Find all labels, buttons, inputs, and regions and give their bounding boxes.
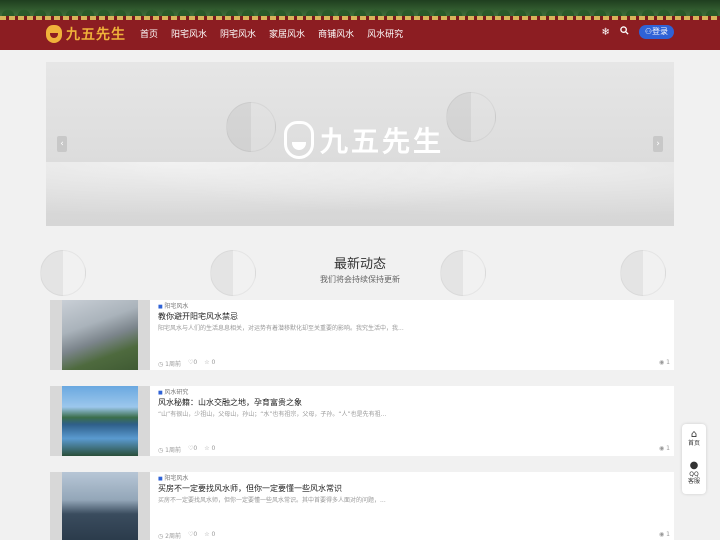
logo-face-icon bbox=[46, 25, 62, 43]
banner-logo: 九五先生 bbox=[284, 120, 444, 160]
banner-prev-button[interactable]: ‹ bbox=[57, 136, 67, 152]
search-icon[interactable] bbox=[620, 26, 629, 38]
site-header: 九五先生 首页 阳宅风水 阴宅风水 家居风水 商铺风水 风水研究 ❄ ⚇登录 bbox=[0, 0, 720, 50]
clock-icon: ◷ 2周前 bbox=[158, 533, 181, 540]
article-thumbnail[interactable] bbox=[50, 300, 150, 370]
nav-item-research[interactable]: 风水研究 bbox=[367, 27, 403, 40]
clock-icon: ◷ 1周前 bbox=[158, 361, 181, 368]
chevron-right-icon: › bbox=[656, 139, 660, 149]
article-likes: 0 bbox=[193, 445, 198, 452]
heart-icon[interactable]: ♡0 bbox=[188, 531, 197, 540]
nav-menu: 首页 阳宅风水 阴宅风水 家居风水 商铺风水 风水研究 bbox=[140, 27, 416, 40]
article-thumbnail[interactable] bbox=[50, 386, 150, 456]
article-time: 2周前 bbox=[165, 533, 181, 540]
article-favorites: 0 bbox=[211, 445, 216, 452]
article-favorites: 0 bbox=[211, 531, 216, 538]
gear-icon[interactable]: ❄ bbox=[601, 27, 609, 38]
article-time: 1周前 bbox=[165, 447, 181, 454]
nav-item-yinzhai[interactable]: 阴宅风水 bbox=[220, 27, 256, 40]
banner-face-icon bbox=[284, 121, 314, 159]
floating-side-panel: ⌂ 首页 ● QQ 客服 bbox=[682, 424, 706, 494]
article-views: ◉ 1 bbox=[659, 359, 670, 366]
article-title[interactable]: 教你避开阳宅风水禁忌 bbox=[158, 311, 238, 322]
site-logo[interactable]: 九五先生 bbox=[46, 23, 126, 45]
article-category[interactable]: 风水研究 bbox=[158, 387, 188, 396]
float-home-label: 首页 bbox=[687, 440, 700, 447]
article-views-count: 1 bbox=[666, 359, 670, 366]
main-nav: 九五先生 首页 阳宅风水 阴宅风水 家居风水 商铺风水 风水研究 ❄ ⚇登录 bbox=[0, 20, 720, 50]
article-views: ◉ 1 bbox=[659, 531, 670, 538]
article-likes: 0 bbox=[193, 531, 198, 538]
qq-icon: ● bbox=[689, 460, 699, 471]
article-views: ◉ 1 bbox=[659, 445, 670, 452]
login-label: 登录 bbox=[652, 27, 668, 36]
home-icon: ⌂ bbox=[690, 429, 698, 440]
user-icon: ⚇ bbox=[644, 27, 652, 36]
heart-icon[interactable]: ♡0 bbox=[188, 359, 197, 368]
logo-text: 九五先生 bbox=[66, 27, 126, 43]
banner-cloud-decoration bbox=[46, 162, 674, 226]
article-excerpt: “山”有很山，少祖山，父母山，孙山；“水”也有祖宗，父母，子孙。“人”也是先有祖… bbox=[158, 411, 387, 418]
article-excerpt: 阳宅风水与人们的生活息息相关，对运势有着潜移默化却至关重要的影响。我究生活中，我… bbox=[158, 325, 404, 332]
article-views-count: 1 bbox=[666, 445, 670, 452]
section-subtitle: 我们将会持续保持更新 bbox=[320, 275, 400, 284]
star-icon[interactable]: ☆ 0 bbox=[204, 445, 215, 454]
login-button[interactable]: ⚇登录 bbox=[638, 25, 674, 39]
article-favorites: 0 bbox=[211, 359, 216, 366]
article-meta: ◷ 1周前 ♡0 ☆ 0 bbox=[158, 359, 215, 368]
chevron-left-icon: ‹ bbox=[60, 139, 64, 149]
star-icon[interactable]: ☆ 0 bbox=[204, 531, 215, 540]
clock-icon: ◷ 1周前 bbox=[158, 447, 181, 454]
article-likes: 0 bbox=[193, 359, 198, 366]
article-title[interactable]: 买房不一定要找风水师，但你一定要懂一些风水常识 bbox=[158, 483, 342, 494]
roof-tile-decoration bbox=[0, 0, 720, 16]
article-card[interactable]: 风水研究 风水秘籍：山水交融之地，孕育富贵之象 “山”有很山，少祖山，父母山，孙… bbox=[50, 386, 674, 456]
float-qq-label: QQ bbox=[689, 471, 699, 478]
article-time: 1周前 bbox=[165, 361, 181, 368]
article-category[interactable]: 阳宅风水 bbox=[158, 473, 188, 482]
article-excerpt: 买房不一定要找风水师，但你一定要懂一些风水常识。其中首要得多人面对的问题，... bbox=[158, 497, 386, 504]
article-category[interactable]: 阳宅风水 bbox=[158, 301, 188, 310]
article-card[interactable]: 阳宅风水 买房不一定要找风水师，但你一定要懂一些风水常识 买房不一定要找风水师，… bbox=[50, 472, 674, 540]
nav-item-home[interactable]: 首页 bbox=[140, 27, 158, 40]
float-home-button[interactable]: ⌂ 首页 bbox=[682, 429, 706, 447]
article-views-count: 1 bbox=[666, 531, 670, 538]
nav-item-shop-fengshui[interactable]: 商铺风水 bbox=[318, 27, 354, 40]
header-tools: ❄ ⚇登录 bbox=[601, 25, 674, 39]
float-service-label: 客服 bbox=[687, 478, 700, 485]
nav-item-yangzhai[interactable]: 阳宅风水 bbox=[171, 27, 207, 40]
article-thumbnail[interactable] bbox=[50, 472, 150, 540]
heart-icon[interactable]: ♡0 bbox=[188, 445, 197, 454]
article-meta: ◷ 1周前 ♡0 ☆ 0 bbox=[158, 445, 215, 454]
banner-next-button[interactable]: › bbox=[653, 136, 663, 152]
hero-banner[interactable]: 九五先生 bbox=[46, 62, 674, 226]
nav-item-home-fengshui[interactable]: 家居风水 bbox=[269, 27, 305, 40]
article-title[interactable]: 风水秘籍：山水交融之地，孕育富贵之象 bbox=[158, 397, 302, 408]
taiji-watermark bbox=[446, 92, 496, 142]
star-icon[interactable]: ☆ 0 bbox=[204, 359, 215, 368]
article-card[interactable]: 阳宅风水 教你避开阳宅风水禁忌 阳宅风水与人们的生活息息相关，对运势有着潜移默化… bbox=[50, 300, 674, 370]
float-qq-button[interactable]: ● QQ 客服 bbox=[682, 460, 706, 485]
taiji-watermark bbox=[226, 102, 276, 152]
banner-logo-text: 九五先生 bbox=[320, 125, 445, 158]
article-meta: ◷ 2周前 ♡0 ☆ 0 bbox=[158, 531, 215, 540]
section-title: 最新动态 bbox=[333, 257, 386, 272]
